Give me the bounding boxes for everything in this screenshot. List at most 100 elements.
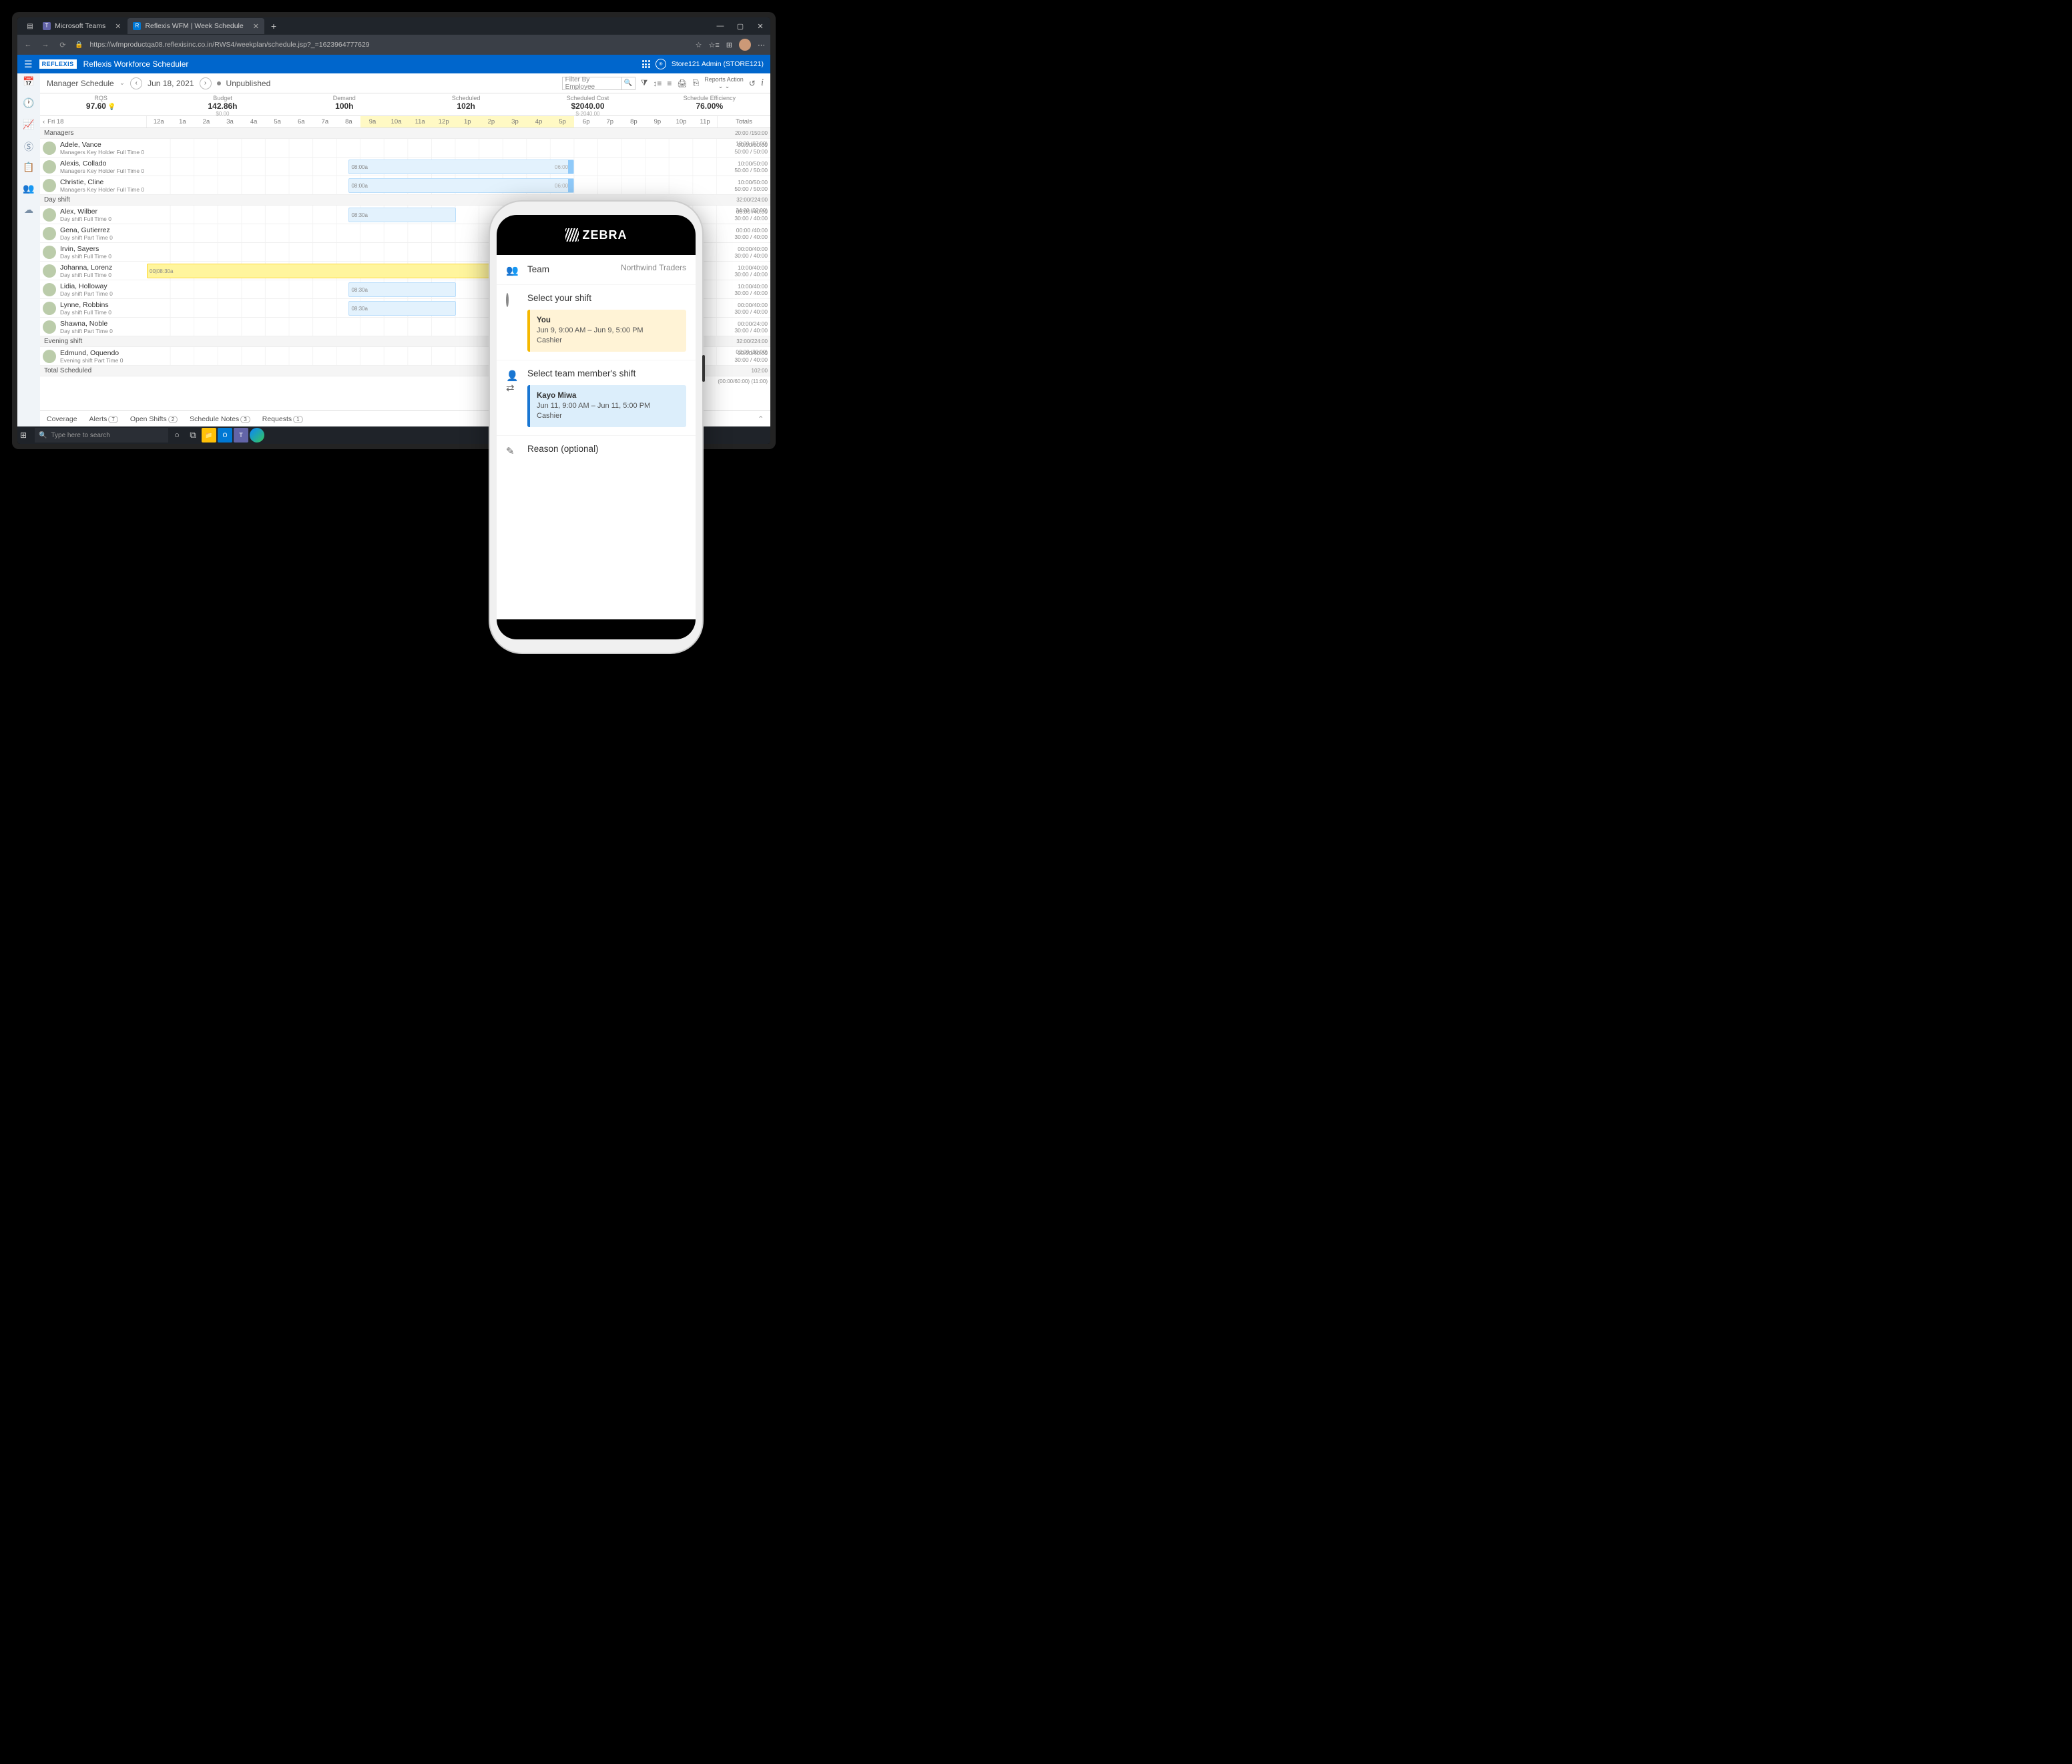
sort-icon[interactable]: ↕≡ xyxy=(653,79,662,88)
employee-name: Christie, Cline xyxy=(60,178,144,186)
shift-bar[interactable]: 08:30a xyxy=(348,301,455,316)
menu-icon[interactable]: ☰ xyxy=(24,59,33,70)
employee-timeline[interactable] xyxy=(147,139,717,157)
bulb-icon[interactable]: 💡 xyxy=(107,103,115,111)
cloud-icon[interactable]: ☁ xyxy=(22,204,35,218)
hour-col: 1p xyxy=(456,116,480,127)
clipboard-icon[interactable]: 📋 xyxy=(22,162,35,175)
shift-role: Cashier xyxy=(537,336,680,346)
employee-row[interactable]: Alexis, ColladoManagers Key Holder Full … xyxy=(40,158,770,176)
next-button[interactable]: › xyxy=(200,77,212,89)
shift-bar[interactable]: 08:30a xyxy=(348,208,455,222)
collections-icon[interactable]: ⊞ xyxy=(726,41,732,49)
dollar-icon[interactable]: Ⓢ xyxy=(22,140,35,154)
chevron-down-icon[interactable]: ⌄ xyxy=(119,79,125,87)
avatar xyxy=(43,179,56,192)
chart-icon[interactable]: 📈 xyxy=(22,119,35,132)
employee-meta: Managers Key Holder Full Time 0 xyxy=(60,149,144,156)
shift-bar[interactable]: 08:00a06:00p xyxy=(348,160,574,174)
day-label-cell[interactable]: ‹ Fri 18 xyxy=(40,116,147,127)
taskbar-search[interactable]: 🔍Type here to search xyxy=(35,428,168,443)
filter-icon[interactable]: ⧩ xyxy=(641,78,648,88)
chevron-down-icon[interactable]: ⌄ xyxy=(725,83,730,89)
task-view-icon[interactable]: ⧉ xyxy=(186,428,200,443)
employee-name: Gena, Gutierrez xyxy=(60,226,113,234)
tab-coverage[interactable]: Coverage xyxy=(47,415,77,423)
avatar xyxy=(43,302,56,315)
edge-icon[interactable] xyxy=(250,428,264,443)
employee-meta: Day shift Full Time 0 xyxy=(60,253,111,260)
tab-alerts[interactable]: Alerts7 xyxy=(89,415,118,423)
print-icon[interactable]: 🖨 xyxy=(677,79,687,88)
reports-dropdown[interactable]: Reports xyxy=(704,76,726,83)
employee-timeline[interactable]: 08:00a06:00p xyxy=(147,176,717,194)
avatar xyxy=(43,264,56,278)
undo-icon[interactable]: ↺ xyxy=(749,79,756,88)
app-title: Reflexis Workforce Scheduler xyxy=(83,59,189,69)
shift-bar[interactable]: 00|08:30a xyxy=(147,264,527,278)
action-dropdown[interactable]: Action xyxy=(727,76,744,83)
tab-requests[interactable]: Requests1 xyxy=(262,415,303,423)
expand-icon[interactable]: ⌃ xyxy=(758,415,764,423)
profile-avatar[interactable] xyxy=(739,39,751,51)
apps-icon[interactable] xyxy=(642,60,650,68)
cortana-icon[interactable]: ○ xyxy=(170,428,184,443)
employee-info: Lynne, RobbinsDay shift Full Time 0 xyxy=(40,299,147,317)
more-icon[interactable]: ⋯ xyxy=(758,41,765,49)
user-icon[interactable]: ⍟ xyxy=(656,59,666,69)
calendar-icon[interactable]: 📅 xyxy=(22,76,35,89)
zebra-side-button[interactable] xyxy=(702,355,705,382)
shift-time: Jun 11, 9:00 AM – Jun 11, 5:00 PM xyxy=(537,401,680,411)
employee-meta: Day shift Full Time 0 xyxy=(60,272,112,278)
member-shift-card[interactable]: Kayo Miwa Jun 11, 9:00 AM – Jun 11, 5:00… xyxy=(527,385,686,427)
your-shift-card[interactable]: You Jun 9, 9:00 AM – Jun 9, 5:00 PM Cash… xyxy=(527,310,686,352)
select-your-shift-row: Select your shift You Jun 9, 9:00 AM – J… xyxy=(497,285,696,360)
clock-icon[interactable]: 🕐 xyxy=(22,97,35,111)
avatar xyxy=(43,208,56,222)
employee-info: Christie, ClineManagers Key Holder Full … xyxy=(40,176,147,194)
minimize-icon[interactable]: ― xyxy=(710,22,730,31)
info-icon[interactable]: i xyxy=(761,77,764,89)
favorite-icon[interactable]: ☆ xyxy=(696,41,702,49)
employee-row[interactable]: Adele, VanceManagers Key Holder Full Tim… xyxy=(40,139,770,158)
user-label[interactable]: Store121 Admin (STORE121) xyxy=(672,60,764,68)
employee-row[interactable]: Christie, ClineManagers Key Holder Full … xyxy=(40,176,770,195)
tab-actions-icon[interactable]: ▤ xyxy=(23,23,37,30)
avatar xyxy=(43,283,56,296)
close-icon[interactable]: ✕ xyxy=(750,22,770,31)
tab-open-shifts[interactable]: Open Shifts2 xyxy=(130,415,178,423)
prev-button[interactable]: ‹ xyxy=(130,77,142,89)
search-icon[interactable]: 🔍 xyxy=(622,77,635,90)
employee-meta: Day shift Full Time 0 xyxy=(60,309,111,316)
filter-input[interactable]: Filter By Employee xyxy=(562,77,622,90)
tab-schedule-notes[interactable]: Schedule Notes3 xyxy=(190,415,250,423)
close-icon[interactable]: ✕ xyxy=(253,22,259,31)
export-icon[interactable]: ⎘ xyxy=(693,78,700,88)
tab-reflexis[interactable]: R Reflexis WFM | Week Schedule ✕ xyxy=(127,18,264,34)
team-row[interactable]: 👥 Team Northwind Traders xyxy=(497,255,696,285)
shift-bar[interactable]: 08:30a xyxy=(348,282,455,297)
current-date[interactable]: Jun 18, 2021 xyxy=(148,79,194,88)
start-button[interactable]: ⊞ xyxy=(20,430,33,440)
new-tab-button[interactable]: + xyxy=(266,21,282,31)
tab-teams[interactable]: T Microsoft Teams ✕ xyxy=(37,18,126,34)
list-icon[interactable]: ≡ xyxy=(667,79,672,88)
refresh-button[interactable]: ⟳ xyxy=(57,41,68,49)
url-text[interactable]: https://wfmproductqa08.reflexisinc.co.in… xyxy=(89,41,688,49)
shift-bar[interactable]: 08:00a06:00p xyxy=(348,178,574,193)
back-button[interactable]: ← xyxy=(23,41,33,49)
page-title[interactable]: Manager Schedule xyxy=(47,79,114,88)
reason-row[interactable]: ✎ Reason (optional) xyxy=(497,436,696,465)
hour-col: 1a xyxy=(171,116,195,127)
chevron-left-icon[interactable]: ‹ xyxy=(43,118,45,125)
hour-col: 3a xyxy=(218,116,242,127)
favorites-bar-icon[interactable]: ☆≡ xyxy=(709,41,720,49)
outlook-icon[interactable]: O xyxy=(218,428,232,443)
employee-timeline[interactable]: 08:00a06:00p xyxy=(147,158,717,176)
file-explorer-icon[interactable]: 📁 xyxy=(202,428,216,443)
maximize-icon[interactable]: ▢ xyxy=(730,22,750,31)
teams-icon[interactable]: T xyxy=(234,428,248,443)
people-icon[interactable]: 👥 xyxy=(22,183,35,196)
close-icon[interactable]: ✕ xyxy=(115,22,121,31)
chevron-down-icon[interactable]: ⌄ xyxy=(718,83,724,89)
